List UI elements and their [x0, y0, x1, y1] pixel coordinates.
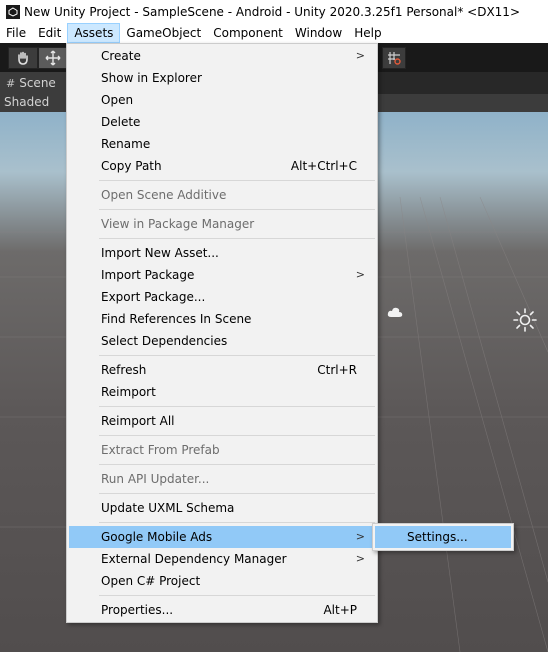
submenu-arrow-icon: > — [355, 268, 365, 281]
menu-separator — [99, 209, 375, 210]
menu-item-external-dependency-manager[interactable]: External Dependency Manager > — [69, 548, 375, 570]
menu-item-run-api-updater: Run API Updater... — [69, 468, 375, 490]
menu-item-label: Rename — [101, 137, 151, 151]
menu-bar: File Edit Assets GameObject Component Wi… — [0, 23, 548, 43]
menu-item-label: Refresh — [101, 363, 147, 377]
menu-item-open-csharp-project[interactable]: Open C# Project — [69, 570, 375, 592]
submenu-arrow-icon: > — [355, 552, 365, 565]
menu-item-rename[interactable]: Rename — [69, 133, 375, 155]
menu-item-import-package[interactable]: Import Package > — [69, 264, 375, 286]
menu-separator — [99, 522, 375, 523]
menu-item-extract-from-prefab: Extract From Prefab — [69, 439, 375, 461]
menu-item-properties[interactable]: Properties... Alt+P — [69, 599, 375, 621]
menu-item-label: Delete — [101, 115, 141, 129]
menu-item-label: Open — [101, 93, 134, 107]
menu-item-label: View in Package Manager — [101, 217, 255, 231]
menu-item-label: Copy Path — [101, 159, 162, 173]
menu-item-label: Show in Explorer — [101, 71, 202, 85]
menu-item-label: External Dependency Manager — [101, 552, 287, 566]
menu-item-label: Google Mobile Ads — [101, 530, 213, 544]
menu-item-reimport[interactable]: Reimport — [69, 381, 375, 403]
menu-item-label: Find References In Scene — [101, 312, 252, 326]
menu-item-label: Select Dependencies — [101, 334, 228, 348]
move-tool-icon[interactable] — [38, 47, 68, 69]
title-bar: New Unity Project - SampleScene - Androi… — [0, 0, 548, 23]
menu-item-select-dependencies[interactable]: Select Dependencies — [69, 330, 375, 352]
assets-menu: Create > Show in Explorer Open Delete Re… — [66, 43, 378, 623]
menu-item-label: Update UXML Schema — [101, 501, 235, 515]
tab-scene[interactable]: # Scene — [0, 72, 66, 94]
google-mobile-ads-submenu: Settings... — [372, 523, 514, 551]
menu-separator — [99, 355, 375, 356]
menu-separator — [99, 595, 375, 596]
menu-separator — [99, 180, 375, 181]
menu-item-label: Extract From Prefab — [101, 443, 220, 457]
menu-item-settings[interactable]: Settings... — [375, 526, 511, 548]
window-title: New Unity Project - SampleScene - Androi… — [24, 4, 520, 19]
menu-item-google-mobile-ads[interactable]: Google Mobile Ads > — [69, 526, 375, 548]
menu-item-show-in-explorer[interactable]: Show in Explorer — [69, 67, 375, 89]
menu-item-refresh[interactable]: Refresh Ctrl+R — [69, 359, 375, 381]
menu-item-label: Properties... — [101, 603, 174, 617]
menu-file[interactable]: File — [0, 23, 32, 43]
menu-item-label: Import New Asset... — [101, 246, 219, 260]
shortcut-label: Ctrl+R — [317, 363, 357, 377]
menu-item-open-scene-additive: Open Scene Additive — [69, 184, 375, 206]
menu-item-export-package[interactable]: Export Package... — [69, 286, 375, 308]
menu-item-find-references[interactable]: Find References In Scene — [69, 308, 375, 330]
menu-item-reimport-all[interactable]: Reimport All — [69, 410, 375, 432]
menu-item-copy-path[interactable]: Copy Path Alt+Ctrl+C — [69, 155, 375, 177]
menu-item-label: Create — [101, 49, 141, 63]
menu-item-import-new-asset[interactable]: Import New Asset... — [69, 242, 375, 264]
grid-snap-icon[interactable] — [382, 47, 406, 69]
menu-edit[interactable]: Edit — [32, 23, 67, 43]
menu-separator — [99, 406, 375, 407]
menu-gameobject[interactable]: GameObject — [120, 23, 207, 43]
menu-item-label: Reimport All — [101, 414, 175, 428]
menu-item-label: Open C# Project — [101, 574, 201, 588]
shortcut-label: Alt+P — [323, 603, 357, 617]
submenu-arrow-icon: > — [355, 530, 365, 543]
menu-separator — [99, 493, 375, 494]
menu-item-update-uxml-schema[interactable]: Update UXML Schema — [69, 497, 375, 519]
menu-item-label: Open Scene Additive — [101, 188, 227, 202]
menu-separator — [99, 238, 375, 239]
menu-item-label: Run API Updater... — [101, 472, 210, 486]
menu-item-view-in-package-manager: View in Package Manager — [69, 213, 375, 235]
shading-mode-dropdown[interactable]: Shaded — [4, 95, 49, 109]
menu-item-create[interactable]: Create > — [69, 45, 375, 67]
menu-window[interactable]: Window — [289, 23, 348, 43]
unity-logo-icon — [6, 4, 20, 19]
grid-icon: # — [6, 76, 16, 90]
menu-separator — [99, 464, 375, 465]
menu-item-label: Export Package... — [101, 290, 206, 304]
submenu-arrow-icon: > — [355, 49, 365, 62]
menu-item-delete[interactable]: Delete — [69, 111, 375, 133]
menu-component[interactable]: Component — [207, 23, 289, 43]
menu-separator — [99, 435, 375, 436]
menu-item-label: Reimport — [101, 385, 156, 399]
tab-scene-label: Scene — [19, 76, 56, 90]
menu-item-open[interactable]: Open — [69, 89, 375, 111]
hand-tool-icon[interactable] — [8, 47, 38, 69]
menu-help[interactable]: Help — [348, 23, 387, 43]
menu-assets[interactable]: Assets — [67, 23, 121, 43]
menu-item-label: Import Package — [101, 268, 195, 282]
shortcut-label: Alt+Ctrl+C — [290, 159, 357, 173]
